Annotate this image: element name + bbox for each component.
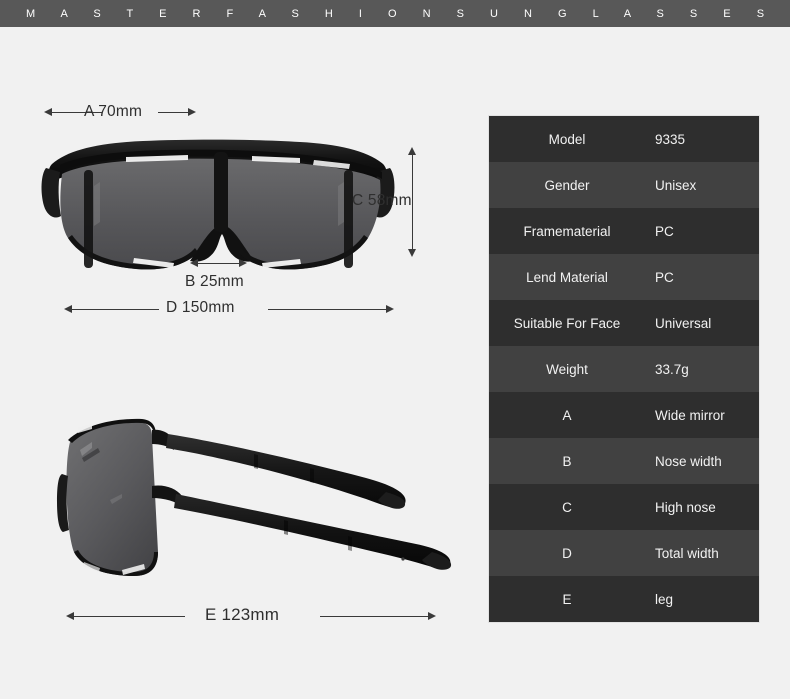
dimension-a-line-right — [158, 112, 190, 113]
table-row: Gender Unisex — [489, 162, 759, 208]
specification-table: Model 9335 Gender Unisex Framematerial P… — [489, 116, 759, 622]
front-view-image — [38, 130, 398, 295]
dimension-a-arrow-left — [44, 108, 52, 116]
spec-value: PC — [655, 269, 674, 285]
spec-key: B — [562, 453, 572, 469]
dimension-c-label: C 58mm — [352, 192, 412, 209]
spec-key: A — [562, 407, 572, 423]
dimension-d-line-right — [268, 309, 388, 310]
dimension-c-arrow-down — [408, 249, 416, 257]
dimension-b-line — [197, 263, 241, 264]
table-row: Weight 33.7g — [489, 346, 759, 392]
spec-key: Model — [548, 131, 586, 147]
spec-key: Gender — [544, 177, 590, 193]
dimension-b-arrow-right — [239, 259, 247, 267]
dimension-d-line-left — [71, 309, 159, 310]
table-row: C High nose — [489, 484, 759, 530]
spec-key: Suitable For Face — [513, 315, 621, 331]
brand-title: M A S T E R F A S H I O N S U N G L A S … — [25, 7, 776, 20]
table-row: E leg — [489, 576, 759, 622]
dimension-d-arrow-right — [386, 305, 394, 313]
spec-value: High nose — [655, 499, 716, 515]
spec-key: Framematerial — [523, 223, 611, 239]
dimension-e-line-left — [73, 616, 185, 617]
table-row: D Total width — [489, 530, 759, 576]
spec-key: C — [562, 499, 572, 515]
spec-value: Nose width — [655, 453, 722, 469]
spec-value: Total width — [655, 545, 719, 561]
dimension-b-label: B 25mm — [185, 273, 244, 290]
spec-key: E — [562, 591, 572, 607]
dimension-d-label: D 150mm — [166, 299, 235, 316]
spec-value: Unisex — [655, 177, 697, 193]
spec-value: PC — [655, 223, 674, 239]
spec-value: Wide mirror — [655, 407, 725, 423]
header-banner: M A S T E R F A S H I O N S U N G L A S … — [0, 0, 790, 27]
table-row: Suitable For Face Universal — [489, 300, 759, 346]
table-row: Model 9335 — [489, 116, 759, 162]
spec-key: D — [562, 545, 572, 561]
dimension-e-label: E 123mm — [205, 605, 280, 624]
spec-key: Weight — [546, 361, 588, 377]
spec-value: 33.7g — [655, 361, 689, 377]
table-row: Framematerial PC — [489, 208, 759, 254]
dimension-e-line-right — [320, 616, 430, 617]
table-row: A Wide mirror — [489, 392, 759, 438]
spec-value: leg — [655, 591, 674, 607]
spec-key: Lend Material — [526, 269, 608, 285]
dimension-c-line — [412, 154, 413, 250]
table-row: Lend Material PC — [489, 254, 759, 300]
dimension-a-label: A 70mm — [84, 103, 143, 120]
spec-value: 9335 — [655, 131, 686, 147]
dimension-a-arrow-right — [188, 108, 196, 116]
side-view-image — [48, 402, 458, 597]
spec-value: Universal — [655, 315, 712, 331]
dimension-e-arrow-right — [428, 612, 436, 620]
table-row: B Nose width — [489, 438, 759, 484]
